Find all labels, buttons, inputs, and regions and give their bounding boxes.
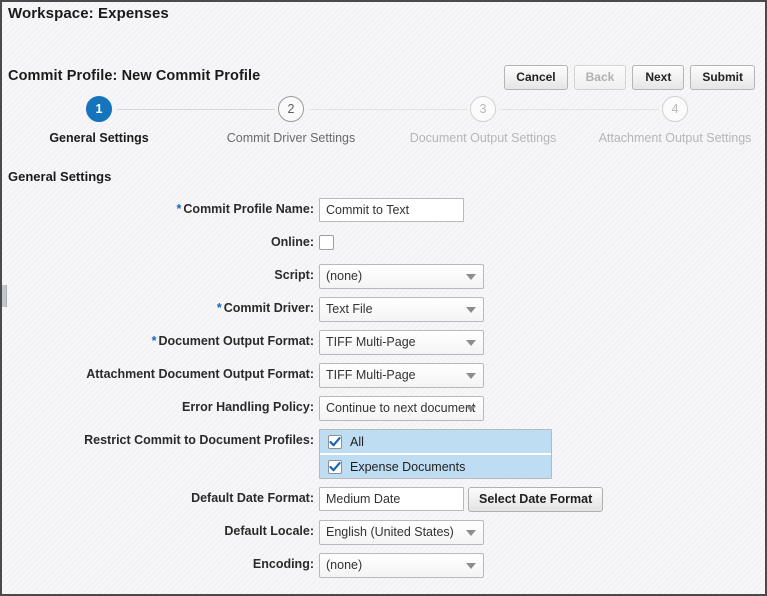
form-row-restrict-commit: Restrict Commit to Document Profiles: Al…: [2, 429, 767, 487]
form-row-script: Script: (none): [2, 264, 767, 297]
default-locale-control: English (United States): [319, 520, 484, 545]
checkbox-checked-icon[interactable]: [328, 460, 342, 474]
list-item[interactable]: Expense Documents: [320, 453, 551, 478]
chevron-down-icon: [466, 406, 476, 412]
script-select-value: (none): [326, 269, 362, 283]
required-marker: *: [177, 202, 182, 216]
default-locale-select[interactable]: English (United States): [319, 520, 484, 545]
workspace-title: Workspace: Expenses: [8, 5, 169, 22]
step-label: Document Output Settings: [387, 131, 579, 145]
next-button[interactable]: Next: [632, 65, 684, 90]
attachment-document-output-format-select[interactable]: TIFF Multi-Page: [319, 363, 484, 388]
script-control: (none): [319, 264, 484, 289]
chevron-down-icon: [466, 373, 476, 379]
step-number-badge: 1: [86, 96, 112, 122]
attachment-document-output-format-label: Attachment Document Output Format:: [86, 367, 314, 381]
attachment-document-output-format-select-value: TIFF Multi-Page: [326, 368, 416, 382]
select-date-format-button[interactable]: Select Date Format: [468, 487, 603, 512]
default-date-format-input[interactable]: Medium Date: [319, 487, 464, 511]
error-handling-policy-select[interactable]: Continue to next document: [319, 396, 484, 421]
stepper-step-commit-driver-settings[interactable]: 2 Commit Driver Settings: [195, 96, 387, 145]
stepper-step-attachment-output-settings[interactable]: 4 Attachment Output Settings: [579, 96, 767, 145]
section-header: General Settings: [8, 169, 111, 184]
encoding-select-value: (none): [326, 558, 362, 572]
commit-profile-name-control: Commit to Text: [319, 198, 464, 222]
page-title: Commit Profile: New Commit Profile: [8, 68, 260, 84]
form-row-error-handling-policy: Error Handling Policy: Continue to next …: [2, 396, 767, 429]
step-label: General Settings: [3, 131, 195, 145]
form-row-commit-profile-name: *Commit Profile Name: Commit to Text: [2, 198, 767, 231]
cancel-button[interactable]: Cancel: [504, 65, 567, 90]
commit-profile-name-label: *Commit Profile Name:: [177, 202, 314, 216]
chevron-down-icon: [466, 307, 476, 313]
encoding-control: (none): [319, 553, 484, 578]
required-marker: *: [217, 301, 222, 315]
script-label: Script:: [274, 268, 314, 282]
document-output-format-control: TIFF Multi-Page: [319, 330, 484, 355]
default-locale-select-value: English (United States): [326, 525, 454, 539]
online-control: [319, 231, 334, 250]
stepper-step-document-output-settings[interactable]: 3 Document Output Settings: [387, 96, 579, 145]
form-row-document-output-format: *Document Output Format: TIFF Multi-Page: [2, 330, 767, 363]
step-label: Commit Driver Settings: [195, 131, 387, 145]
chevron-down-icon: [466, 563, 476, 569]
list-item[interactable]: All: [320, 430, 551, 453]
restrict-commit-control: All Expense Documents: [319, 429, 552, 479]
chevron-down-icon: [466, 340, 476, 346]
error-handling-policy-label: Error Handling Policy:: [182, 400, 314, 414]
application-window: Workspace: Expenses Commit Profile: New …: [0, 0, 767, 596]
form-row-online: Online:: [2, 231, 767, 264]
document-output-format-select-value: TIFF Multi-Page: [326, 335, 416, 349]
restrict-commit-label: Restrict Commit to Document Profiles:: [84, 433, 314, 447]
label-text: Commit Driver:: [224, 301, 314, 315]
step-number-badge: 4: [662, 96, 688, 122]
document-output-format-select[interactable]: TIFF Multi-Page: [319, 330, 484, 355]
commit-driver-select[interactable]: Text File: [319, 297, 484, 322]
default-date-format-control: Medium Date: [319, 487, 464, 511]
submit-button[interactable]: Submit: [690, 65, 755, 90]
wizard-stepper: 1 General Settings 2 Commit Driver Setti…: [2, 96, 767, 152]
commit-profile-name-input[interactable]: Commit to Text: [319, 198, 464, 222]
commit-driver-control: Text File: [319, 297, 484, 322]
error-handling-policy-control: Continue to next document: [319, 396, 484, 421]
list-item-label: All: [350, 435, 364, 449]
step-number-badge: 3: [470, 96, 496, 122]
list-item-label: Expense Documents: [350, 460, 465, 474]
step-number-badge: 2: [278, 96, 304, 122]
commit-driver-label: *Commit Driver:: [217, 301, 314, 315]
chevron-down-icon: [466, 274, 476, 280]
attachment-document-output-format-control: TIFF Multi-Page: [319, 363, 484, 388]
label-text: Document Output Format:: [158, 334, 314, 348]
step-label: Attachment Output Settings: [579, 131, 767, 145]
document-profiles-listbox[interactable]: All Expense Documents: [319, 429, 552, 479]
chevron-down-icon: [466, 530, 476, 536]
form-row-attachment-document-output-format: Attachment Document Output Format: TIFF …: [2, 363, 767, 396]
label-text: Commit Profile Name:: [183, 202, 314, 216]
online-checkbox[interactable]: [319, 235, 334, 250]
stepper-step-general-settings[interactable]: 1 General Settings: [3, 96, 195, 145]
back-button: Back: [574, 65, 627, 90]
form-row-commit-driver: *Commit Driver: Text File: [2, 297, 767, 330]
general-settings-form: *Commit Profile Name: Commit to Text Onl…: [2, 198, 767, 586]
online-label: Online:: [271, 235, 314, 249]
encoding-label: Encoding:: [253, 557, 314, 571]
error-handling-policy-select-value: Continue to next document: [326, 401, 475, 415]
document-output-format-label: *Document Output Format:: [152, 334, 314, 348]
script-select[interactable]: (none): [319, 264, 484, 289]
required-marker: *: [152, 334, 157, 348]
form-row-default-date-format: Default Date Format: Medium Date Select …: [2, 487, 767, 520]
default-locale-label: Default Locale:: [224, 524, 314, 538]
form-row-encoding: Encoding: (none): [2, 553, 767, 586]
encoding-select[interactable]: (none): [319, 553, 484, 578]
default-date-format-label: Default Date Format:: [191, 491, 314, 505]
checkbox-checked-icon[interactable]: [328, 435, 342, 449]
wizard-button-bar: Cancel Back Next Submit: [504, 65, 755, 90]
commit-driver-select-value: Text File: [326, 302, 373, 316]
form-row-default-locale: Default Locale: English (United States): [2, 520, 767, 553]
